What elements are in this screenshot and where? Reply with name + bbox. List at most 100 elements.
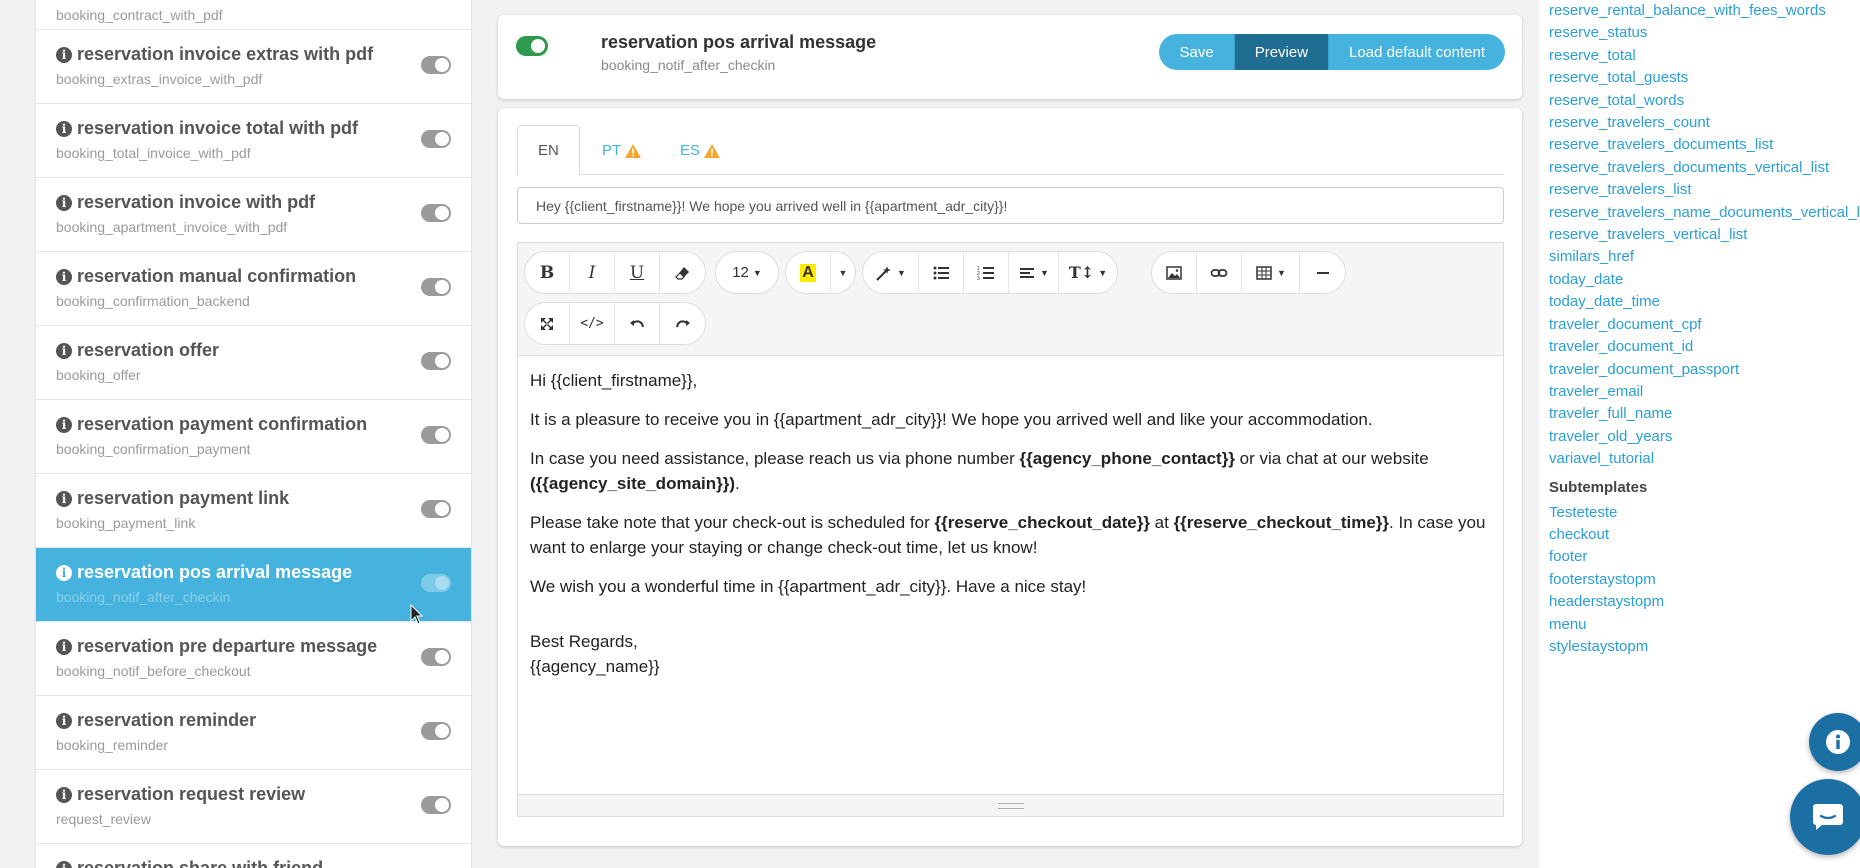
tab-en[interactable]: EN — [517, 125, 580, 176]
variable-link[interactable]: traveler_document_cpf — [1549, 314, 1860, 336]
chat-button[interactable] — [1790, 779, 1860, 855]
variable-link[interactable]: reserve_rental_balance_with_fees_words — [1549, 0, 1860, 22]
list-item[interactable]: i reservation pre departure message bookin… — [36, 622, 471, 696]
subtemplate-link[interactable]: footer — [1549, 546, 1860, 568]
variable-link[interactable]: reserve_status — [1549, 22, 1860, 44]
tab-pt[interactable]: PT — [582, 125, 661, 176]
list-item[interactable]: i reservation offer booking_offer — [36, 326, 471, 400]
link-icon — [1210, 268, 1228, 277]
underline-button[interactable]: U — [615, 252, 660, 293]
template-toggle[interactable] — [421, 204, 451, 222]
undo-button[interactable] — [615, 303, 660, 344]
chat-icon — [1813, 804, 1843, 830]
list-item[interactable]: booking_contract_with_pdf — [36, 0, 471, 30]
list-item[interactable]: i reservation reminder booking_reminder — [36, 696, 471, 770]
variable-link[interactable]: reserve_travelers_list — [1549, 179, 1860, 201]
fullscreen-button[interactable] — [525, 303, 570, 344]
variable-link[interactable]: traveler_full_name — [1549, 403, 1860, 425]
variable-link[interactable]: traveler_old_years — [1549, 426, 1860, 448]
text-span: . — [735, 474, 740, 493]
variable-link[interactable]: today_date — [1549, 269, 1860, 291]
editor-resize-handle[interactable] — [518, 794, 1503, 816]
tab-label: EN — [538, 142, 559, 159]
clear-format-button[interactable] — [660, 252, 705, 293]
list-item[interactable]: i reservation payment link booking_payment… — [36, 474, 471, 548]
warning-icon — [625, 143, 642, 158]
info-button[interactable] — [1809, 713, 1860, 771]
subtemplate-link[interactable]: menu — [1549, 614, 1860, 636]
template-toggle[interactable] — [421, 722, 451, 740]
template-toggle[interactable] — [421, 500, 451, 518]
variable-link[interactable]: reserve_travelers_count — [1549, 112, 1860, 134]
insert-group: ▼ — [1151, 251, 1346, 294]
subtemplate-link[interactable]: checkout — [1549, 524, 1860, 546]
subtemplate-link[interactable]: footerstaystopm — [1549, 569, 1860, 591]
subtemplate-link[interactable]: Testeteste — [1549, 502, 1860, 524]
variable-link[interactable]: reserve_total — [1549, 45, 1860, 67]
variable-link[interactable]: similars_href — [1549, 246, 1860, 268]
list-item[interactable]: i reservation invoice with pdf booking_apa… — [36, 178, 471, 252]
variable-link[interactable]: reserve_total_words — [1549, 90, 1860, 112]
tab-es[interactable]: ES — [660, 125, 740, 176]
variable-link[interactable]: reserve_travelers_documents_list — [1549, 134, 1860, 156]
list-item[interactable]: i reservation invoice total with pdf booki… — [36, 104, 471, 178]
variable-link[interactable]: variavel_tutorial — [1549, 448, 1860, 470]
template-toggle[interactable] — [421, 426, 451, 444]
redo-button[interactable] — [660, 303, 705, 344]
italic-button[interactable]: I — [570, 252, 615, 293]
list-item[interactable]: i reservation pos arrival message booking_… — [36, 548, 471, 622]
mouse-cursor-icon — [410, 604, 424, 625]
color-dropdown-button[interactable]: ▼ — [831, 252, 855, 293]
template-toggle[interactable] — [421, 130, 451, 148]
save-button[interactable]: Save — [1159, 34, 1235, 70]
ordered-list-button[interactable]: 123 — [964, 252, 1009, 293]
list-item[interactable]: i reservation payment confirmation booking… — [36, 400, 471, 474]
template-toggle[interactable] — [421, 648, 451, 666]
variable-link[interactable]: traveler_email — [1549, 381, 1860, 403]
load-default-content-button[interactable]: Load default content — [1329, 34, 1505, 70]
template-name: reservation pre departure message — [77, 636, 378, 656]
variable-link[interactable]: today_date_time — [1549, 291, 1860, 313]
preview-button[interactable]: Preview — [1234, 34, 1330, 70]
subtemplate-link[interactable]: headerstaystopm — [1549, 591, 1860, 613]
list-item[interactable]: i reservation manual confirmation booking_… — [36, 252, 471, 326]
tab-label: ES — [680, 142, 701, 159]
list-item[interactable]: i reservation request review request_revie… — [36, 770, 471, 844]
subtemplate-link[interactable]: stylestaystopm — [1549, 636, 1860, 658]
template-toggle[interactable] — [421, 278, 451, 296]
list-item[interactable]: i reservation invoice extras with pdf book… — [36, 30, 471, 104]
variable-link[interactable]: traveler_document_passport — [1549, 359, 1860, 381]
code-view-button[interactable]: </> — [570, 303, 615, 344]
warning-icon — [704, 143, 721, 158]
template-toggle[interactable] — [421, 56, 451, 74]
template-toggle[interactable] — [421, 574, 451, 592]
variable-link[interactable]: reserve_travelers_documents_vertical_lis… — [1549, 157, 1860, 179]
template-toggle[interactable] — [421, 796, 451, 814]
line-height-dropdown-button[interactable]: T↕ ▼ — [1059, 252, 1117, 293]
unordered-list-button[interactable] — [919, 252, 964, 293]
text-color-button[interactable]: A — [786, 252, 831, 293]
template-toggle[interactable] — [421, 352, 451, 370]
align-dropdown-button[interactable]: ▼ — [1009, 252, 1059, 293]
list-item[interactable]: i reservation share with friend — [36, 844, 471, 868]
bold-button[interactable]: B — [525, 252, 570, 293]
insert-table-button[interactable]: ▼ — [1242, 252, 1300, 293]
style-dropdown-button[interactable]: ▼ — [863, 252, 919, 293]
insert-link-button[interactable] — [1197, 252, 1242, 293]
variable-link[interactable]: reserve_total_guests — [1549, 67, 1860, 89]
bullet-list-icon — [933, 266, 949, 279]
template-code: request_review — [56, 811, 151, 827]
active-toggle[interactable] — [516, 36, 548, 56]
subject-input[interactable]: Hey {{client_firstname}}! We hope you ar… — [517, 187, 1504, 224]
horizontal-rule-button[interactable] — [1300, 252, 1345, 293]
variable-link[interactable]: traveler_document_id — [1549, 336, 1860, 358]
template-name: reservation share with friend — [77, 858, 324, 868]
editor-content[interactable]: Hi {{client_firstname}}, It is a pleasur… — [518, 355, 1503, 796]
variable-link[interactable]: reserve_travelers_vertical_list — [1549, 224, 1860, 246]
template-header-card: reservation pos arrival message booking_… — [498, 15, 1522, 99]
expand-icon — [541, 317, 553, 330]
font-size-dropdown[interactable]: 12 ▼ — [716, 252, 778, 293]
insert-image-button[interactable] — [1152, 252, 1197, 293]
variable-link[interactable]: reserve_travelers_name_documents_vertica… — [1549, 202, 1860, 224]
info-icon: i — [56, 194, 72, 211]
